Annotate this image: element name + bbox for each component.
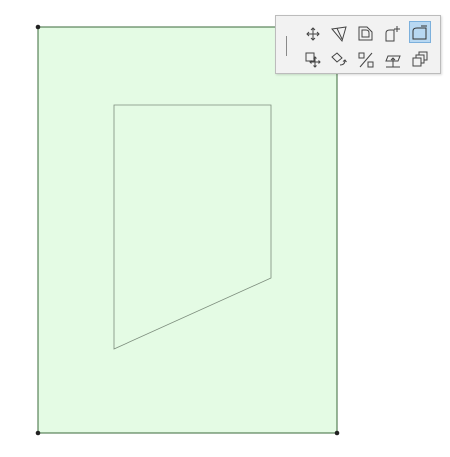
fillet-chamfer-button[interactable]: [355, 23, 377, 45]
pet-palette: [275, 15, 441, 74]
slab-polygon[interactable]: [37, 26, 338, 434]
move-node-icon: [306, 27, 320, 41]
drag-icon: [305, 52, 321, 68]
corner-node-top-left[interactable]: [35, 24, 41, 30]
mirror-icon: [358, 52, 374, 68]
add-to-polygon-button[interactable]: [382, 23, 404, 45]
corner-node-bottom-right[interactable]: [334, 430, 340, 436]
subtract-from-polygon-icon: [412, 25, 427, 40]
offset-edge-icon: [331, 26, 347, 43]
elevate-button[interactable]: [382, 49, 404, 71]
fillet-chamfer-icon: [358, 26, 373, 41]
add-to-polygon-icon: [385, 26, 400, 42]
move-node-button[interactable]: [302, 23, 324, 45]
corner-node-bottom-left[interactable]: [35, 430, 41, 436]
palette-grip[interactable]: [286, 36, 287, 56]
drag-button[interactable]: [302, 49, 324, 71]
multiply-icon: [412, 51, 428, 67]
multiply-button[interactable]: [409, 49, 431, 71]
elevate-icon: [385, 55, 401, 68]
rotate-button[interactable]: [328, 49, 350, 71]
offset-edge-button[interactable]: [328, 23, 350, 45]
subtract-from-polygon-button[interactable]: [409, 21, 431, 43]
mirror-button[interactable]: [355, 49, 377, 71]
rotate-icon: [331, 52, 347, 66]
